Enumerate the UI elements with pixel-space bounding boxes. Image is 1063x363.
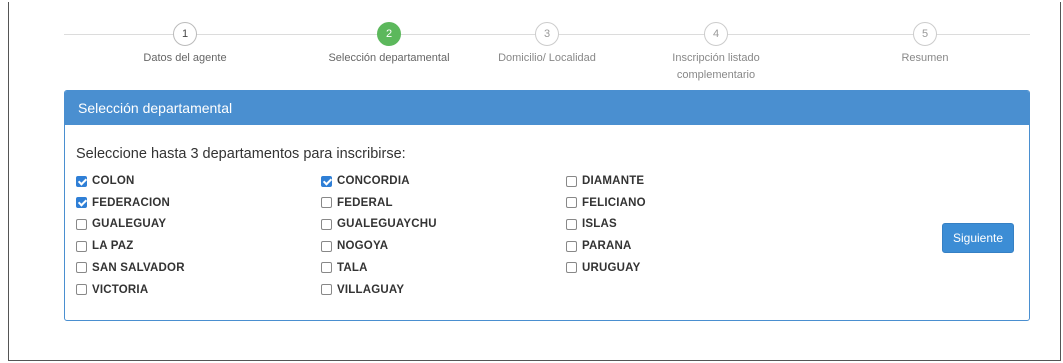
- department-checkbox-item[interactable]: CONCORDIA: [321, 175, 410, 187]
- step-number: 1: [173, 22, 197, 46]
- panel-title: Selección departamental: [65, 91, 1029, 125]
- checkbox-checked[interactable]: [76, 175, 87, 187]
- department-checkbox-item[interactable]: NOGOYA: [321, 240, 388, 252]
- department-checkbox-item[interactable]: SAN SALVADOR: [76, 262, 185, 274]
- department-checkbox-item[interactable]: FEDERACION: [76, 197, 170, 209]
- department-name: ISLAS: [582, 218, 617, 231]
- wizard-step-5[interactable]: 5 Resumen: [835, 22, 1015, 67]
- department-name: TALA: [337, 261, 368, 274]
- checkbox-unchecked[interactable]: [76, 284, 87, 295]
- checkbox-unchecked[interactable]: [76, 262, 87, 274]
- department-checkbox-item[interactable]: DIAMANTE: [566, 175, 644, 187]
- department-checkbox-item[interactable]: TALA: [321, 262, 368, 274]
- department-name: GUALEGUAY: [92, 218, 167, 231]
- checkbox-unchecked[interactable]: [76, 218, 87, 230]
- checkbox-checked[interactable]: [321, 175, 332, 187]
- department-checkbox-item[interactable]: URUGUAY: [566, 262, 641, 274]
- checkbox-unchecked[interactable]: [566, 262, 577, 274]
- step-label-line1: Inscripción listado: [672, 52, 760, 64]
- wizard-step-3[interactable]: 3 Domicilio/ Localidad: [457, 22, 637, 67]
- step-label: Inscripción listado complementario: [626, 50, 806, 84]
- wizard-step-2[interactable]: 2 Selección departamental: [299, 22, 479, 67]
- department-checkbox-item[interactable]: FEDERAL: [321, 197, 393, 209]
- checkbox-unchecked[interactable]: [566, 240, 577, 252]
- wizard-step-4[interactable]: 4 Inscripción listado complementario: [626, 22, 806, 84]
- department-name: LA PAZ: [92, 240, 134, 253]
- step-label-line2: complementario: [676, 69, 756, 81]
- step-number: 5: [913, 22, 937, 46]
- wizard-steps: 1 Datos del agente 2 Selección departame…: [64, 22, 1030, 82]
- department-checkbox-item[interactable]: GUALEGUAY: [76, 218, 166, 230]
- department-name: VILLAGUAY: [337, 283, 405, 296]
- wizard-step-1[interactable]: 1 Datos del agente: [95, 22, 275, 67]
- checkbox-unchecked[interactable]: [321, 197, 332, 209]
- department-selection-panel: Selección departamental Seleccione hasta…: [64, 90, 1030, 321]
- checkbox-checked[interactable]: [76, 197, 87, 209]
- department-name: NOGOYA: [337, 240, 389, 253]
- checkbox-unchecked[interactable]: [566, 197, 577, 209]
- department-name: VICTORIA: [92, 283, 149, 296]
- department-name: FELICIANO: [582, 196, 646, 209]
- department-checkbox-item[interactable]: COLON: [76, 175, 135, 187]
- checkbox-unchecked[interactable]: [566, 175, 577, 187]
- step-label: Datos del agente: [143, 52, 227, 64]
- department-name: PARANA: [582, 240, 632, 253]
- department-checkbox-item[interactable]: LA PAZ: [76, 240, 133, 252]
- checkbox-unchecked[interactable]: [76, 240, 87, 252]
- department-checkbox-item[interactable]: VICTORIA: [76, 284, 148, 296]
- selection-prompt: Seleccione hasta 3 departamentos para in…: [76, 146, 406, 162]
- checkbox-unchecked[interactable]: [321, 284, 332, 295]
- department-name: DIAMANTE: [582, 175, 645, 187]
- checkbox-unchecked[interactable]: [321, 262, 332, 274]
- next-button[interactable]: Siguiente: [942, 223, 1014, 253]
- checkbox-unchecked[interactable]: [321, 218, 332, 230]
- department-name: GUALEGUAYCHU: [337, 218, 437, 231]
- checkbox-unchecked[interactable]: [321, 240, 332, 252]
- department-name: SAN SALVADOR: [92, 261, 185, 274]
- step-label: Selección departamental: [328, 52, 450, 64]
- department-name: CONCORDIA: [337, 175, 410, 187]
- department-checkbox-item[interactable]: ISLAS: [566, 218, 617, 230]
- step-label: Resumen: [901, 52, 949, 64]
- checkbox-unchecked[interactable]: [566, 218, 577, 230]
- step-label: Domicilio/ Localidad: [498, 52, 596, 64]
- department-checkbox-item[interactable]: VILLAGUAY: [321, 284, 404, 296]
- department-name: COLON: [92, 175, 135, 187]
- department-name: FEDERAL: [337, 196, 393, 209]
- department-checkbox-item[interactable]: PARANA: [566, 240, 632, 252]
- department-checkbox-item[interactable]: FELICIANO: [566, 197, 646, 209]
- window-frame-bottom: [8, 360, 1061, 361]
- department-name: URUGUAY: [582, 261, 641, 274]
- department-checkbox-item[interactable]: GUALEGUAYCHU: [321, 218, 437, 230]
- step-number: 2: [377, 22, 401, 46]
- step-number: 4: [704, 22, 728, 46]
- step-number: 3: [535, 22, 559, 46]
- department-name: FEDERACION: [92, 196, 171, 209]
